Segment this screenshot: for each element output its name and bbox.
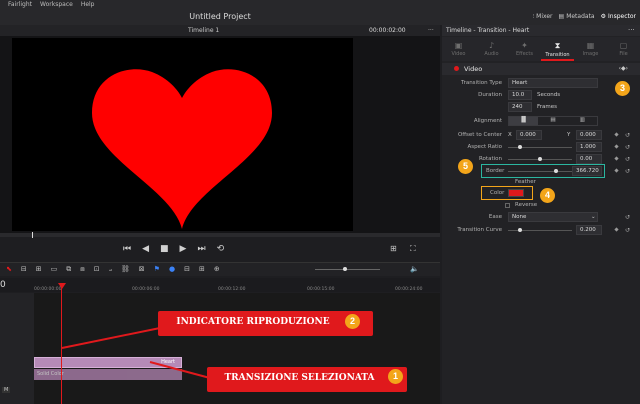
offset-reset-icon[interactable]: ↺ bbox=[625, 132, 630, 139]
color-label: Color bbox=[490, 190, 505, 196]
tab-effects-label: Effects bbox=[516, 51, 533, 57]
rotation-reset-icon[interactable]: ↺ bbox=[625, 156, 630, 163]
duration-frames-row: 240 Frames bbox=[442, 102, 640, 113]
playhead-callout-text: INDICATORE RIPRODUZIONE bbox=[176, 317, 330, 327]
align-start-icon[interactable]: ▐▌ bbox=[509, 117, 539, 125]
tab-video[interactable]: ▣ Video bbox=[442, 37, 475, 61]
curve-slider[interactable] bbox=[508, 228, 572, 232]
file-icon: ▢ bbox=[619, 41, 628, 50]
ease-select[interactable]: None bbox=[508, 212, 598, 222]
color-swatch[interactable] bbox=[508, 189, 524, 197]
tab-effects[interactable]: ✦ Effects bbox=[508, 37, 541, 61]
rotation-keyframe-icon[interactable] bbox=[614, 156, 619, 161]
aspect-slider[interactable] bbox=[508, 145, 572, 149]
tab-image[interactable]: ▦ Image bbox=[574, 37, 607, 61]
tab-audio[interactable]: ♪ Audio bbox=[475, 37, 508, 61]
inspector-title: Timeline - Transition - Heart bbox=[442, 25, 640, 36]
reverse-label: Reverse bbox=[515, 202, 538, 208]
badge-3: 3 bbox=[615, 81, 630, 96]
effects-icon: ✦ bbox=[521, 41, 528, 50]
rotation-label: Rotation bbox=[478, 156, 502, 162]
curve-knob[interactable] bbox=[518, 228, 522, 232]
image-icon: ▦ bbox=[586, 41, 595, 50]
alignment-row: Alignment ▐▌ ▤ ▥ bbox=[442, 116, 640, 127]
border-label: Border bbox=[486, 168, 505, 174]
border-knob[interactable] bbox=[554, 169, 558, 173]
ease-reset-icon[interactable]: ↺ bbox=[625, 214, 630, 221]
transition-type-select[interactable]: Heart bbox=[508, 78, 598, 88]
border-reset-icon[interactable]: ↺ bbox=[625, 168, 630, 175]
rotation-knob[interactable] bbox=[538, 157, 542, 161]
offset-y-label: Y bbox=[567, 132, 571, 138]
alignment-label: Alignment bbox=[473, 118, 502, 124]
aspect-label: Aspect Ratio bbox=[467, 144, 502, 150]
feather-label: Feather bbox=[515, 179, 536, 185]
section-title: Video bbox=[464, 65, 483, 73]
offset-x-input[interactable]: 0.000 bbox=[516, 130, 542, 140]
tab-transition-label: Transition bbox=[545, 52, 570, 58]
video-icon: ▣ bbox=[454, 41, 463, 50]
aspect-reset-icon[interactable]: ↺ bbox=[625, 144, 630, 151]
aspect-knob[interactable] bbox=[518, 145, 522, 149]
offset-keyframe-icon[interactable] bbox=[614, 132, 619, 137]
keyframe-nav-icon[interactable]: ‹◆› bbox=[619, 65, 628, 72]
reverse-row: Reverse bbox=[442, 201, 640, 212]
offset-x-label: X bbox=[508, 132, 512, 138]
duration-frames-input[interactable]: 240 bbox=[508, 102, 532, 112]
rotation-input[interactable]: 0.00 bbox=[576, 154, 602, 164]
ease-label: Ease bbox=[488, 214, 502, 220]
aspect-row: Aspect Ratio 1.000 ↺ bbox=[442, 142, 640, 153]
tab-file[interactable]: ▢ File bbox=[607, 37, 640, 61]
reverse-checkbox[interactable] bbox=[505, 203, 510, 208]
curve-keyframe-icon[interactable] bbox=[614, 227, 619, 232]
tab-audio-label: Audio bbox=[484, 51, 499, 57]
ease-row: Ease None ⌄ ↺ bbox=[442, 212, 640, 223]
seconds-unit: Seconds bbox=[537, 92, 561, 98]
offset-label: Offset to Center bbox=[457, 132, 502, 138]
border-keyframe-icon[interactable] bbox=[614, 168, 619, 173]
transition-icon: ⧗ bbox=[554, 41, 561, 50]
tab-file-label: File bbox=[619, 51, 628, 57]
curve-label: Transition Curve bbox=[457, 227, 502, 233]
curve-reset-icon[interactable]: ↺ bbox=[625, 227, 630, 234]
border-slider[interactable] bbox=[508, 169, 572, 173]
inspector-more-icon[interactable]: ··· bbox=[628, 26, 635, 34]
align-end-icon[interactable]: ▥ bbox=[568, 117, 597, 125]
aspect-input[interactable]: 1.000 bbox=[576, 142, 602, 152]
section-enabled-icon[interactable] bbox=[454, 66, 459, 71]
badge-1: 1 bbox=[388, 369, 403, 384]
tab-image-label: Image bbox=[582, 51, 599, 57]
audio-icon: ♪ bbox=[488, 41, 495, 50]
badge-5: 5 bbox=[458, 159, 473, 174]
tab-transition[interactable]: ⧗ Transition bbox=[541, 37, 574, 61]
duration-label: Duration bbox=[478, 92, 502, 98]
curve-input[interactable]: 0.200 bbox=[576, 225, 602, 235]
offset-row: Offset to Center X 0.000 Y 0.000 ↺ bbox=[442, 130, 640, 141]
transition-type-label: Transition Type bbox=[461, 80, 502, 86]
chevron-down-icon[interactable]: ⌄ bbox=[591, 214, 596, 220]
color-highlight bbox=[481, 186, 533, 200]
alignment-group: ▐▌ ▤ ▥ bbox=[508, 116, 598, 126]
playhead-callout: INDICATORE RIPRODUZIONE bbox=[158, 311, 373, 336]
frames-unit: Frames bbox=[537, 104, 558, 110]
align-center-icon[interactable]: ▤ bbox=[538, 117, 567, 125]
rotation-slider[interactable] bbox=[508, 157, 572, 161]
duration-seconds-input[interactable]: 10.0 bbox=[508, 90, 532, 100]
aspect-keyframe-icon[interactable] bbox=[614, 144, 619, 149]
duration-seconds-row: Duration 10.0 Seconds bbox=[442, 90, 640, 101]
curve-row: Transition Curve 0.200 ↺ bbox=[442, 225, 640, 236]
video-section-header[interactable]: Video ‹◆› bbox=[442, 63, 640, 75]
inspector-tabs: ▣ Video ♪ Audio ✦ Effects ⧗ Transition ▦ Imag… bbox=[442, 37, 640, 61]
transition-callout: TRANSIZIONE SELEZIONATA bbox=[207, 367, 407, 392]
transition-callout-text: TRANSIZIONE SELEZIONATA bbox=[224, 373, 375, 383]
border-input[interactable]: 366.720 bbox=[572, 166, 602, 176]
tab-video-label: Video bbox=[451, 51, 466, 57]
badge-2: 2 bbox=[345, 314, 360, 329]
transition-type-row: Transition Type Heart bbox=[442, 78, 640, 89]
offset-y-input[interactable]: 0.000 bbox=[576, 130, 602, 140]
